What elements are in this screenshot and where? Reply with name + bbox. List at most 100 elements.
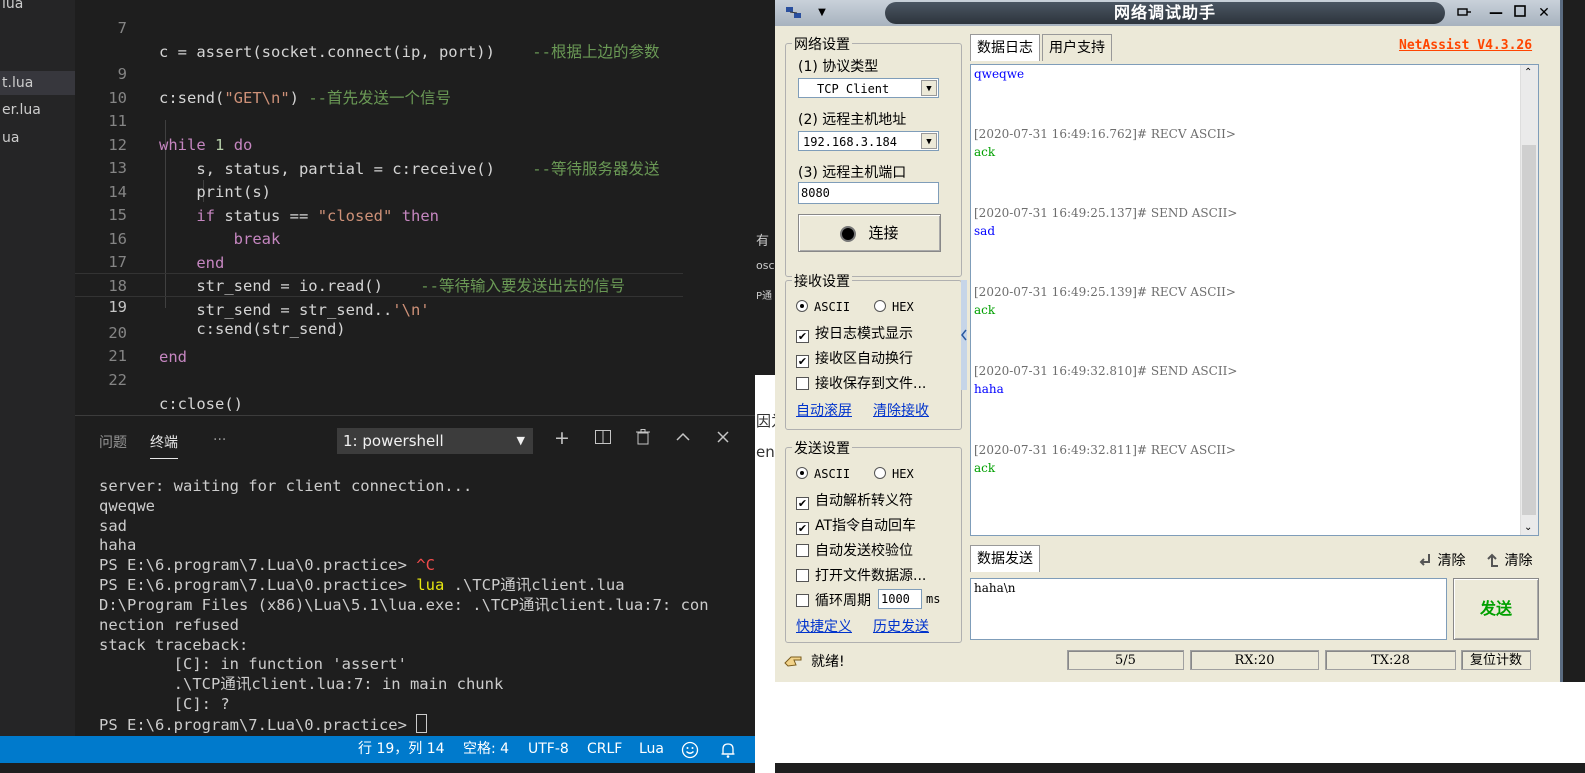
protocol-value: TCP Client [817, 82, 890, 96]
code-line-10: 10 [75, 62, 683, 107]
terminal-prompt: PS E:\6.program\7.Lua\0.practice> [99, 576, 417, 594]
group-title: 发送设置 [792, 438, 852, 458]
line-number: 22 [108, 371, 127, 389]
terminal-line: PS E:\6.program\7.Lua\0.practice> ^C [99, 555, 435, 575]
background-page-dark [755, 0, 775, 375]
clear-all-label: 清除 [1504, 553, 1533, 569]
chevron-down-icon: ▼ [516, 434, 525, 447]
close-icon[interactable] [714, 428, 732, 450]
shortcut-link[interactable]: 快捷定义 [796, 616, 852, 636]
pin-icon[interactable] [1455, 4, 1473, 22]
clear-send-button[interactable]: 清除 [1417, 550, 1465, 570]
explorer-file-selected[interactable]: t.lua [0, 71, 77, 95]
terminal-select[interactable]: 1: powershell ▼ [337, 428, 533, 454]
split-icon[interactable] [594, 428, 612, 450]
minimize-icon[interactable]: — [1487, 4, 1505, 22]
send-button[interactable]: 发送 [1453, 578, 1539, 640]
background-text: 有 [756, 234, 770, 249]
chevron-up-icon[interactable]: ⌃ [1524, 67, 1532, 78]
send-hex-radio[interactable]: HEX [874, 466, 914, 482]
close-icon[interactable]: ✕ [1535, 4, 1553, 22]
code-editor[interactable]: 7 c = assert(socket.connect(ip, port)) -… [75, 0, 755, 415]
auto-checksum-checkbox[interactable]: 自动发送校验位 [796, 540, 913, 560]
window-title: 网络调试助手 [885, 2, 1445, 24]
radio-label: HEX [892, 467, 914, 481]
explorer-file[interactable]: ua [0, 126, 77, 150]
plus-icon[interactable]: + [554, 428, 570, 448]
receive-settings-group: 接收设置 ASCII HEX ✔ 按日志模式显示 ✔ 接收区自动换行 接收保存到文件… [785, 271, 962, 430]
auto-scroll-link[interactable]: 自动滚屏 [796, 400, 852, 420]
title-bar: ▼ 网络调试助手 — ✕ [775, 0, 1560, 26]
code-line-20: 20 end [75, 297, 683, 366]
background-text: P通 [756, 291, 773, 302]
send-input[interactable]: haha\n [970, 578, 1447, 640]
port-input[interactable]: 8080 [798, 182, 939, 204]
terminal-line: PS E:\6.program\7.Lua\0.practice> lua .\… [99, 575, 625, 595]
log-mode-checkbox[interactable]: ✔ 按日志模式显示 [796, 323, 913, 343]
terminal-line: server: waiting for client connection... [99, 477, 473, 495]
group-title: 网络设置 [792, 34, 852, 54]
log-message: ack [974, 461, 996, 475]
terminal-line: [C]: ? [99, 695, 230, 713]
tx-count: TX:28 [1325, 650, 1456, 670]
code-line-13: 13 print(s) [75, 132, 683, 201]
log-scrollbar[interactable]: ⌃ ⌄ [1520, 65, 1538, 535]
code-line-19-current: 19 c:send(str_send) [75, 273, 683, 338]
trash-icon[interactable] [634, 428, 652, 450]
app-menu-icon[interactable] [785, 4, 803, 22]
more-actions-button[interactable]: ··· [213, 432, 226, 448]
radio-label: HEX [892, 300, 914, 314]
reset-count-button[interactable]: 复位计数 [1461, 650, 1531, 670]
receive-log[interactable]: qweqwe [2020-07-31 16:49:16.762]# RECV AS… [970, 64, 1539, 536]
cursor-position[interactable]: 行 19，列 14 [358, 736, 445, 763]
tab-problems[interactable]: 问题 [99, 432, 127, 452]
protocol-select[interactable]: TCP Client ▼ [798, 78, 939, 98]
explorer-file[interactable]: lua [0, 0, 77, 16]
tab-data-log[interactable]: 数据日志 [970, 34, 1040, 61]
terminal-line: qweqwe [99, 497, 155, 515]
panel-splitter[interactable] [961, 280, 969, 390]
code-line-16: 16 end [75, 203, 683, 272]
scroll-thumb[interactable] [1522, 145, 1536, 515]
connect-button[interactable]: 连接 [798, 214, 941, 252]
chevron-down-icon[interactable]: ⌄ [1524, 522, 1532, 533]
recv-ascii-radio[interactable]: ASCII [796, 299, 850, 315]
code-line-9: 9 c:send("GET\n") --首先发送一个信号 [75, 38, 683, 107]
period-unit: ms [926, 592, 941, 606]
auto-wrap-checkbox[interactable]: ✔ 接收区自动换行 [796, 348, 913, 368]
code-line-7: 7 c = assert(socket.connect(ip, port)) -… [75, 0, 683, 61]
host-select[interactable]: 192.168.3.184 ▼ [798, 131, 939, 151]
language-mode[interactable]: Lua [639, 736, 664, 763]
maximize-icon[interactable] [1511, 4, 1529, 22]
clear-receive-link[interactable]: 清除接收 [873, 400, 929, 420]
save-to-file-checkbox[interactable]: 接收保存到文件... [796, 373, 926, 393]
loop-period-checkbox[interactable]: 循环周期 [796, 590, 871, 610]
status-ready: 就绪! [811, 654, 845, 670]
encoding[interactable]: UTF-8 [528, 736, 569, 763]
send-ascii-radio[interactable]: ASCII [796, 466, 850, 482]
checkbox-icon [796, 569, 809, 582]
code-line-12: 12 s, status, partial = c:receive() --等待… [75, 109, 683, 178]
recv-hex-radio[interactable]: HEX [874, 299, 914, 315]
status-bar: 行 19，列 14 空格: 4 UTF-8 CRLF Lua [0, 736, 755, 763]
parse-escape-checkbox[interactable]: ✔ 自动解析转义符 [796, 490, 913, 510]
chevron-down-icon: ▼ [921, 133, 937, 149]
tab-terminal[interactable]: 终端 [150, 432, 178, 459]
terminal-prompt-line[interactable]: PS E:\6.program\7.Lua\0.practice> [99, 714, 428, 734]
version-link[interactable]: NetAssist V4.3.26 [1399, 38, 1532, 53]
chevron-down-icon[interactable]: ▼ [813, 4, 831, 22]
clear-all-button[interactable]: 清除 [1484, 550, 1532, 570]
loop-period-input[interactable]: 1000 [878, 589, 922, 609]
indentation[interactable]: 空格: 4 [463, 736, 509, 763]
explorer-file[interactable]: er.lua [0, 98, 77, 122]
clear-send-label: 清除 [1437, 553, 1466, 569]
checkmark-icon: ✔ [796, 330, 809, 343]
tab-user-support[interactable]: 用户支持 [1042, 34, 1112, 61]
checkbox-label: 自动解析转义符 [815, 493, 913, 509]
end-of-line[interactable]: CRLF [587, 736, 622, 763]
history-link[interactable]: 历史发送 [873, 616, 929, 636]
chevron-up-icon[interactable] [674, 428, 692, 450]
file-source-checkbox[interactable]: 打开文件数据源... [796, 565, 926, 585]
at-auto-enter-checkbox[interactable]: ✔ AT指令自动回车 [796, 515, 916, 535]
explorer-sidebar: lua t.lua er.lua ua [0, 0, 77, 736]
